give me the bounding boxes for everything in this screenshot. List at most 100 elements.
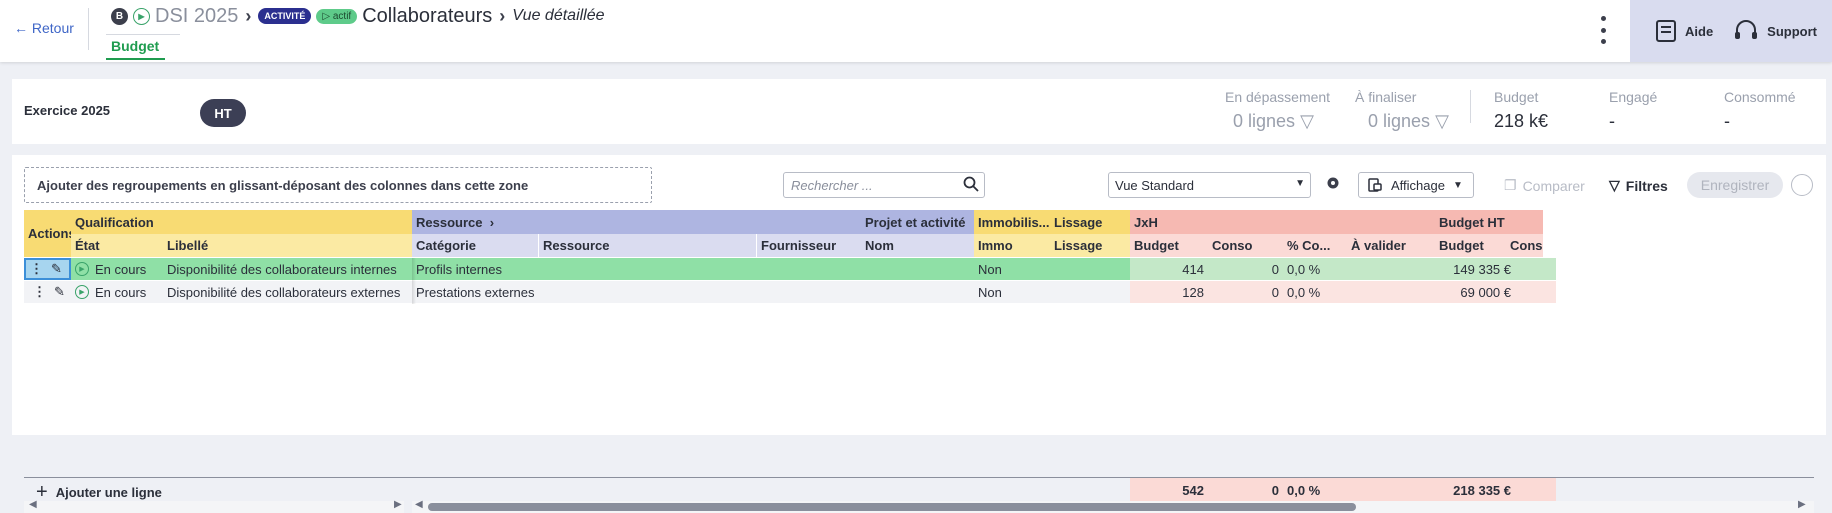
scrollbar-thumb[interactable]: [428, 503, 1356, 511]
activity-badge: ACTIVITÉ: [258, 8, 312, 24]
col-actions[interactable]: Actions: [24, 210, 71, 257]
cell-pct[interactable]: 0,0 %: [1283, 281, 1347, 303]
col-libelle[interactable]: Libellé: [163, 234, 412, 257]
cell-categorie[interactable]: Prestations externes: [412, 281, 572, 303]
stat-depassement[interactable]: En dépassement 0 lignes ▽: [1225, 89, 1330, 132]
top-bar: ← Retour B ▶ DSI 2025 › ACTIVITÉ ▷ actif…: [0, 0, 1832, 62]
cell-budget[interactable]: 414: [1130, 258, 1208, 280]
stat-finaliser[interactable]: À finaliser 0 lignes ▽: [1355, 89, 1449, 132]
more-icon[interactable]: ⋮: [33, 284, 46, 300]
tab-divider: [106, 34, 180, 35]
view-select[interactable]: Vue Standard ▼: [1108, 172, 1311, 198]
group-lissage[interactable]: Lissage: [1050, 210, 1130, 234]
cell-conso[interactable]: 0: [1208, 258, 1283, 280]
tab-budget[interactable]: Budget: [106, 38, 166, 60]
stat-consomme: Consommé -: [1724, 89, 1796, 132]
exercice-label: Exercice 2025: [24, 103, 111, 118]
cell-budget-ht[interactable]: 69 000 €: [1435, 281, 1515, 303]
display-button[interactable]: Affichage ▼: [1358, 172, 1474, 198]
gear-icon[interactable]: [1325, 175, 1341, 191]
cell-conso-ht[interactable]: [1515, 258, 1556, 280]
col-fournisseur[interactable]: Fournisseur: [756, 234, 861, 257]
cell-conso-ht[interactable]: [1515, 281, 1556, 303]
save-button[interactable]: Enregistrer: [1687, 172, 1783, 198]
headset-icon: [1735, 20, 1758, 39]
scrollbar-left[interactable]: [24, 501, 404, 513]
breadcrumb-page[interactable]: Collaborateurs: [362, 5, 492, 28]
group-immo[interactable]: Immobilis...: [974, 210, 1050, 234]
scroll-right-icon[interactable]: ▶: [1798, 499, 1806, 510]
col-conso[interactable]: Conso: [1208, 234, 1283, 257]
b-icon: B: [111, 7, 128, 25]
col-avalider[interactable]: À valider: [1347, 234, 1435, 257]
stat-value: 0 lignes ▽: [1355, 111, 1449, 132]
cell-libelle[interactable]: Disponibilité des collaborateurs interne…: [163, 258, 412, 280]
refresh-icon[interactable]: [1791, 174, 1813, 196]
compare-button[interactable]: ❐ Comparer: [1504, 177, 1585, 194]
scroll-left-icon[interactable]: ◀: [415, 499, 423, 510]
finaliser-value: 0 lignes: [1368, 111, 1431, 131]
cell-pct[interactable]: 0,0 %: [1283, 258, 1347, 280]
stat-value: -: [1609, 111, 1615, 131]
group-qualification[interactable]: Qualification: [71, 210, 412, 234]
group-jxh[interactable]: JxH: [1130, 210, 1435, 234]
cell-conso[interactable]: 0: [1208, 281, 1283, 303]
filter-icon: ▽: [1609, 177, 1620, 193]
row-actions: ⋮ ✎: [24, 281, 71, 303]
status-badge: ▷ actif: [316, 8, 358, 24]
col-pct[interactable]: % Co...: [1283, 234, 1347, 257]
total-pct: 0,0 %: [1287, 482, 1321, 498]
display-label: Affichage: [1391, 177, 1445, 193]
cell-budget-ht[interactable]: 149 335 €: [1435, 258, 1515, 280]
col-budget-ht[interactable]: Budget: [1435, 234, 1506, 257]
display-icon: [1368, 178, 1382, 192]
back-link[interactable]: ← Retour: [14, 20, 74, 36]
col-budget[interactable]: Budget: [1130, 234, 1208, 257]
cell-libelle[interactable]: Disponibilité des collaborateurs externe…: [163, 281, 412, 303]
group-projet[interactable]: Projet et activité: [861, 210, 974, 234]
col-etat[interactable]: État: [71, 234, 163, 257]
support-button[interactable]: Support: [1733, 19, 1817, 43]
col-immo[interactable]: Immo: [974, 234, 1050, 257]
grid-card: Ajouter des regroupements en glissant-dé…: [12, 155, 1826, 513]
cell-avalider[interactable]: [1347, 258, 1435, 280]
depassement-value: 0 lignes: [1233, 111, 1296, 131]
group-budget-ht[interactable]: Budget HT: [1435, 210, 1543, 234]
col-categorie[interactable]: Catégorie: [412, 234, 538, 257]
breadcrumb-project[interactable]: DSI 2025: [155, 5, 238, 28]
scroll-right-icon[interactable]: ▶: [394, 499, 402, 510]
status-badge-label: actif: [332, 10, 352, 22]
filters-button[interactable]: ▽ Filtres: [1609, 177, 1668, 194]
search-icon: [963, 176, 979, 192]
cell-budget[interactable]: 128: [1130, 281, 1208, 303]
more-icon[interactable]: ⋮: [30, 261, 43, 277]
group-ressource[interactable]: Ressource ›: [412, 210, 861, 234]
group-dropzone[interactable]: Ajouter des regroupements en glissant-dé…: [24, 167, 652, 203]
col-lissage[interactable]: Lissage: [1050, 234, 1130, 257]
col-nom[interactable]: Nom: [861, 234, 974, 257]
edit-icon[interactable]: ✎: [51, 261, 62, 277]
cell-avalider[interactable]: [1347, 281, 1435, 303]
col-ressource[interactable]: Ressource: [538, 234, 756, 257]
compare-label: Comparer: [1522, 177, 1585, 194]
cell-categorie[interactable]: Profils internes: [412, 258, 538, 280]
cell-immo[interactable]: Non: [974, 281, 1050, 303]
stat-value: -: [1724, 111, 1730, 131]
more-menu-icon[interactable]: [1600, 16, 1606, 44]
search-input[interactable]: Rechercher ...: [783, 172, 985, 198]
support-label: Support: [1767, 23, 1817, 39]
cell-immo[interactable]: Non: [974, 258, 1050, 280]
col-conso-ht[interactable]: Conso: [1506, 234, 1543, 257]
total-budget: 542: [1182, 482, 1204, 498]
chevron-right-icon: ›: [245, 5, 252, 26]
scroll-left-icon[interactable]: ◀: [29, 499, 37, 510]
cell-etat: ▶ En cours: [71, 258, 163, 280]
stat-budget: Budget 218 k€: [1494, 89, 1548, 132]
view-select-value: Vue Standard: [1115, 178, 1195, 193]
edit-icon[interactable]: ✎: [54, 284, 65, 300]
totals-row: + Ajouter une ligne 542 0 0,0 % 218 335 …: [24, 477, 1814, 503]
ht-toggle[interactable]: HT: [200, 99, 246, 127]
pinned-shadow: [412, 258, 416, 304]
help-button[interactable]: Aide: [1655, 19, 1713, 43]
search-placeholder: Rechercher ...: [791, 178, 873, 193]
